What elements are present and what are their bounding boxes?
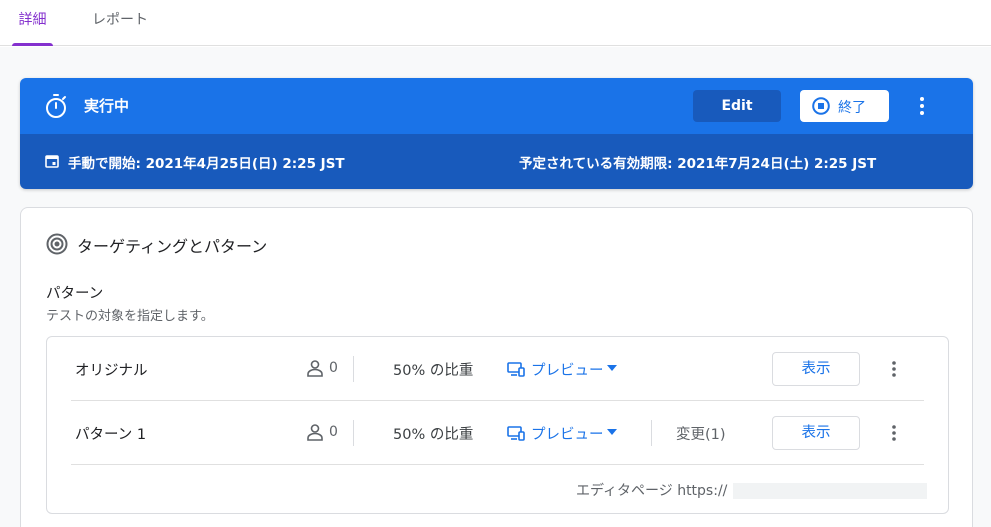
divider	[353, 420, 354, 446]
edit-button[interactable]: Edit	[693, 90, 781, 122]
status-bar: 実行中 Edit 終了	[20, 78, 973, 134]
tab-bar: 詳細 レポート	[0, 0, 991, 46]
target-icon	[46, 233, 68, 255]
person-icon	[307, 424, 323, 441]
calendar-icon	[45, 155, 59, 168]
stop-circle-icon	[812, 97, 830, 115]
status-label: 実行中	[84, 97, 130, 115]
tab-details[interactable]: 詳細	[12, 0, 53, 46]
view-button[interactable]: 表示	[772, 416, 860, 450]
caret-down-icon	[607, 365, 617, 371]
targeting-card: ターゲティングとパターン パターン テストの対象を指定します。 オリジナル 0 …	[20, 207, 973, 527]
variant-changes[interactable]: 変更(1)	[676, 423, 726, 444]
variant-name: パターン 1	[75, 427, 147, 443]
variant-name: オリジナル	[75, 363, 148, 379]
divider	[353, 356, 354, 382]
variant-row-original: オリジナル 0 50% の比重 プレビュー 表示	[71, 337, 924, 401]
schedule-bar: 手動で開始: 2021年4月25日(日) 2:25 JST 予定されている有効期…	[20, 134, 973, 189]
start-date-text: 手動で開始: 2021年4月25日(日) 2:25 JST	[68, 156, 345, 172]
variant-sessions: 0	[329, 360, 338, 376]
patterns-title: パターン	[46, 286, 104, 302]
card-title: ターゲティングとパターン	[77, 237, 268, 256]
preview-label: プレビュー	[531, 427, 604, 443]
end-experiment-button[interactable]: 終了	[800, 90, 889, 122]
redacted-url	[733, 483, 927, 499]
more-vert-icon[interactable]	[912, 94, 932, 118]
more-vert-icon[interactable]	[884, 359, 904, 379]
caret-down-icon	[607, 429, 617, 435]
editor-page-url: エディタページ https://	[576, 483, 728, 499]
variants-list: オリジナル 0 50% の比重 プレビュー 表示 パターン 1 0 50% の比…	[46, 336, 949, 514]
tab-details-label: 詳細	[18, 12, 47, 28]
variant-weight: 50% の比重	[393, 427, 474, 443]
experiment-status-banner: 実行中 Edit 終了 手動で開始: 2021年4月25日(日) 2:25 JS…	[20, 78, 973, 189]
tab-report-label: レポート	[92, 12, 148, 28]
tab-report[interactable]: レポート	[88, 0, 152, 46]
active-tab-indicator	[12, 43, 53, 46]
devices-icon	[507, 426, 525, 441]
variant-sessions: 0	[329, 424, 338, 440]
timer-icon	[46, 94, 66, 118]
more-vert-icon[interactable]	[884, 423, 904, 443]
view-button[interactable]: 表示	[772, 352, 860, 386]
end-label: 終了	[838, 100, 866, 116]
variant-weight: 50% の比重	[393, 363, 474, 379]
divider	[651, 420, 652, 446]
variant-row-pattern-1: パターン 1 0 50% の比重 プレビュー 変更(1) 表示	[71, 401, 924, 465]
devices-icon	[507, 362, 525, 377]
preview-label: プレビュー	[531, 363, 604, 379]
person-icon	[307, 360, 323, 377]
patterns-description: テストの対象を指定します。	[46, 309, 214, 324]
expiry-date-text: 予定されている有効期限: 2021年7月24日(土) 2:25 JST	[519, 156, 877, 172]
